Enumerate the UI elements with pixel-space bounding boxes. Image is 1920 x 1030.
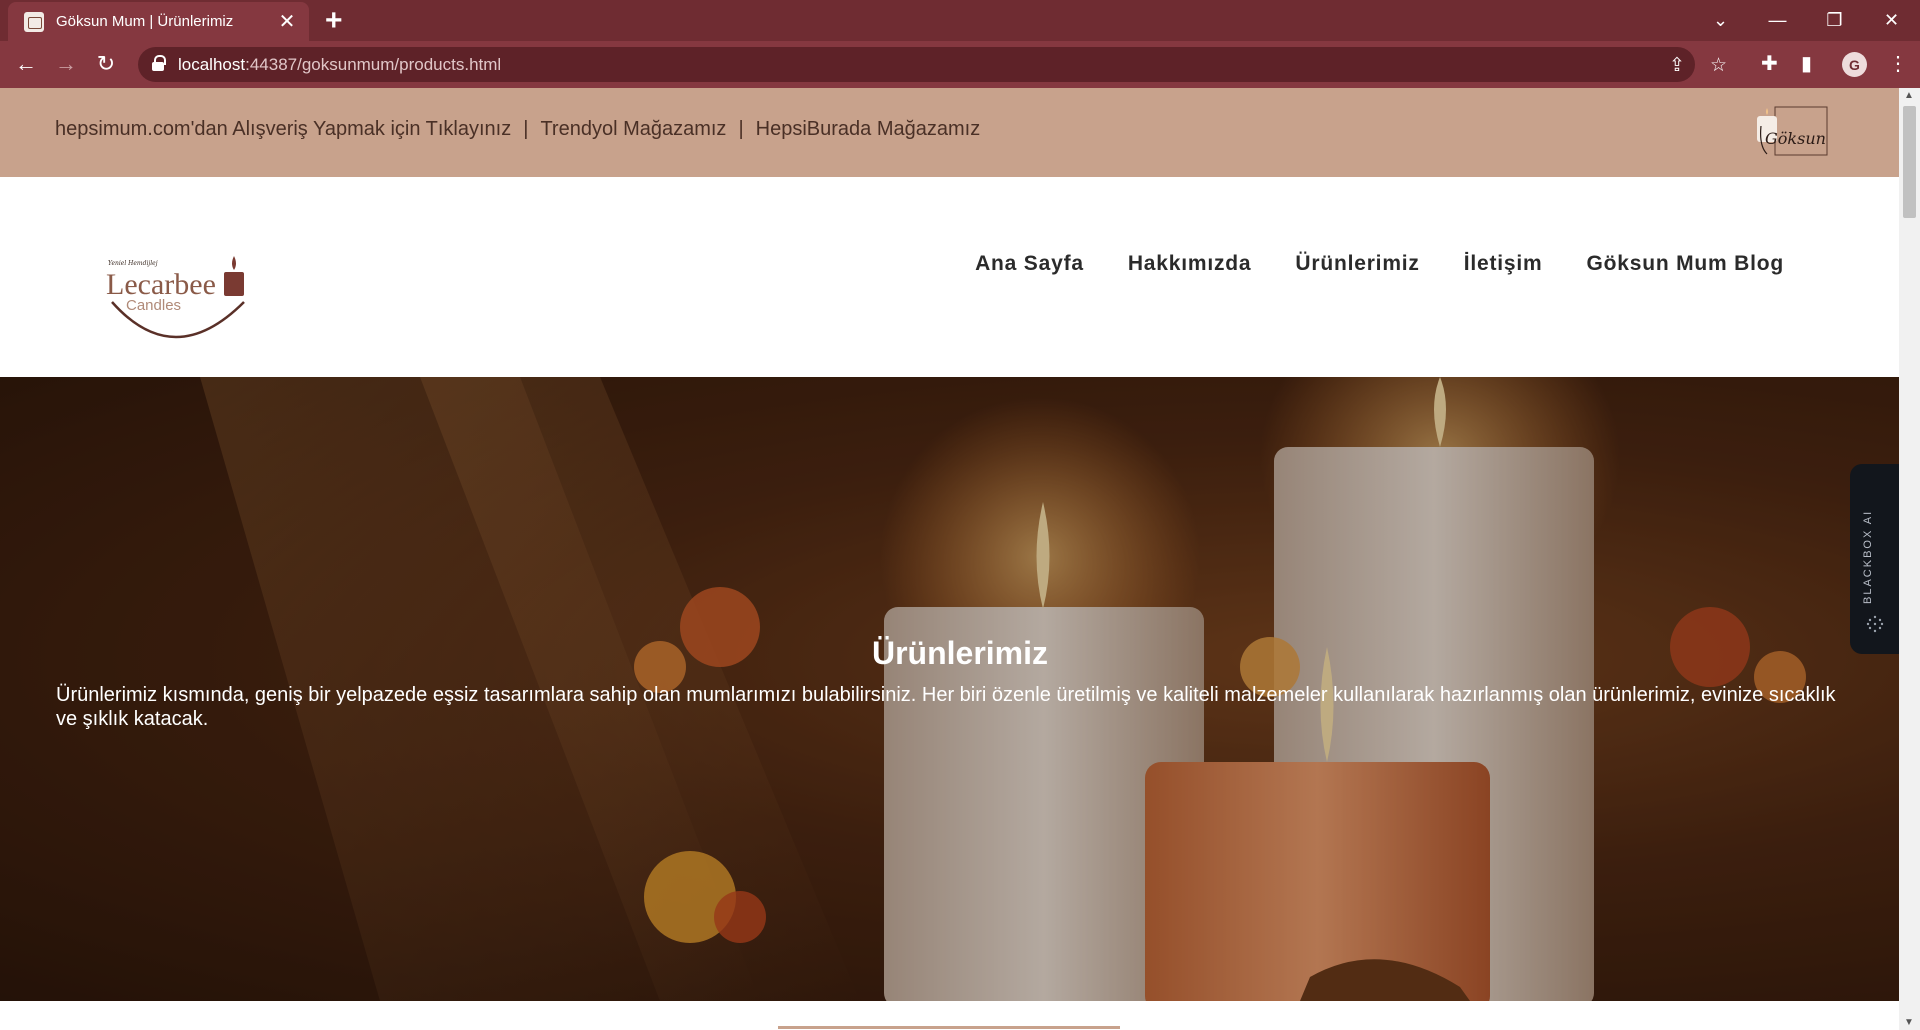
web-page: hepsimum.com'dan Alışveriş Yapmak için T… bbox=[0, 88, 1899, 1030]
url-host: localhost bbox=[178, 55, 246, 74]
scroll-down-arrow-icon[interactable]: ▼ bbox=[1904, 1017, 1914, 1028]
address-bar[interactable]: localhost:44387/goksunmum/products.html … bbox=[138, 47, 1727, 82]
site-header: Yeniel Hemdijlej Lecarbee Candles Ana Sa… bbox=[0, 177, 1899, 377]
forward-arrow-icon[interactable]: → bbox=[52, 50, 80, 78]
logo-sub-text: Candles bbox=[126, 297, 181, 314]
hero-banner: Ürünlerimiz Ürünlerimiz kısmında, geniş … bbox=[0, 377, 1899, 1001]
lock-icon[interactable] bbox=[152, 55, 166, 71]
menu-item-blog[interactable]: Göksun Mum Blog bbox=[1587, 252, 1785, 276]
main-menu: Ana Sayfa Hakkımızda Ürünlerimiz İletişi… bbox=[975, 252, 1784, 276]
section-divider bbox=[778, 1026, 1120, 1029]
back-arrow-icon[interactable]: ← bbox=[12, 50, 40, 78]
close-window-button[interactable]: ✕ bbox=[1863, 0, 1920, 41]
menu-item-contact[interactable]: İletişim bbox=[1464, 252, 1543, 276]
scrollbar-thumb[interactable] bbox=[1903, 106, 1916, 218]
page-title: Ürünlerimiz bbox=[871, 635, 1049, 671]
url-path: :44387/goksunmum/products.html bbox=[245, 55, 502, 74]
minimize-button[interactable]: — bbox=[1749, 0, 1806, 41]
new-tab-button[interactable]: + bbox=[325, 6, 343, 36]
hepsimum-link[interactable]: hepsimum.com'dan Alışveriş Yapmak için T… bbox=[55, 118, 511, 141]
tab-search-icon[interactable]: ⌄ bbox=[1692, 0, 1749, 41]
blackbox-ai-widget[interactable]: BLACKBOX AI bbox=[1850, 464, 1899, 654]
goksun-small-logo[interactable]: Göksun bbox=[1755, 106, 1829, 158]
link-separator: | bbox=[738, 118, 744, 140]
hepsiburada-link[interactable]: HepsiBurada Mağazamız bbox=[756, 118, 981, 141]
trendyol-link[interactable]: Trendyol Mağazamız bbox=[540, 118, 726, 141]
link-separator: | bbox=[523, 118, 529, 140]
tab-close-icon[interactable]: ✕ bbox=[277, 12, 297, 32]
tab-title: Göksun Mum | Ürünlerimiz bbox=[56, 13, 234, 30]
small-logo-text: Göksun bbox=[1765, 129, 1826, 148]
side-panel-icon[interactable]: ▮ bbox=[1801, 51, 1812, 76]
url-text[interactable]: localhost:44387/goksunmum/products.html bbox=[178, 55, 501, 75]
blackbox-logo-icon bbox=[1866, 615, 1884, 633]
reload-icon[interactable]: ↻ bbox=[92, 50, 120, 78]
window-controls: ⌄ — ❐ ✕ bbox=[1692, 0, 1920, 41]
site-favicon-icon bbox=[24, 11, 44, 32]
menu-item-products[interactable]: Ürünlerimiz bbox=[1295, 252, 1419, 276]
page-scrollbar[interactable]: ▲ ▼ bbox=[1899, 88, 1920, 1030]
browser-tab-active[interactable]: Göksun Mum | Ürünlerimiz ✕ bbox=[8, 2, 309, 41]
logo-script-text: Yeniel Hemdijlej bbox=[108, 260, 158, 267]
browser-toolbar: ← → ↻ localhost:44387/goksunmum/products… bbox=[0, 41, 1920, 88]
menu-kebab-icon[interactable]: ⋮ bbox=[1888, 51, 1908, 76]
scroll-up-arrow-icon[interactable]: ▲ bbox=[1904, 90, 1914, 101]
hero-description: Ürünlerimiz kısmında, geniş bir yelpazed… bbox=[56, 684, 1836, 730]
share-icon[interactable]: ⇪ bbox=[1669, 54, 1685, 77]
browser-tab-bar: Göksun Mum | Ürünlerimiz ✕ + ⌄ — ❐ ✕ bbox=[0, 0, 1920, 41]
menu-item-about[interactable]: Hakkımızda bbox=[1128, 252, 1252, 276]
lecarbee-main-logo[interactable]: Yeniel Hemdijlej Lecarbee Candles bbox=[104, 252, 252, 352]
extensions-puzzle-icon[interactable]: ✚ bbox=[1761, 51, 1778, 76]
blackbox-label: BLACKBOX AI bbox=[1862, 509, 1874, 604]
bookmark-star-icon[interactable]: ☆ bbox=[1710, 54, 1727, 77]
restore-button[interactable]: ❐ bbox=[1806, 0, 1863, 41]
top-link-strip: hepsimum.com'dan Alışveriş Yapmak için T… bbox=[0, 88, 1899, 177]
profile-avatar[interactable]: G bbox=[1842, 52, 1867, 77]
menu-item-home[interactable]: Ana Sayfa bbox=[975, 252, 1084, 276]
